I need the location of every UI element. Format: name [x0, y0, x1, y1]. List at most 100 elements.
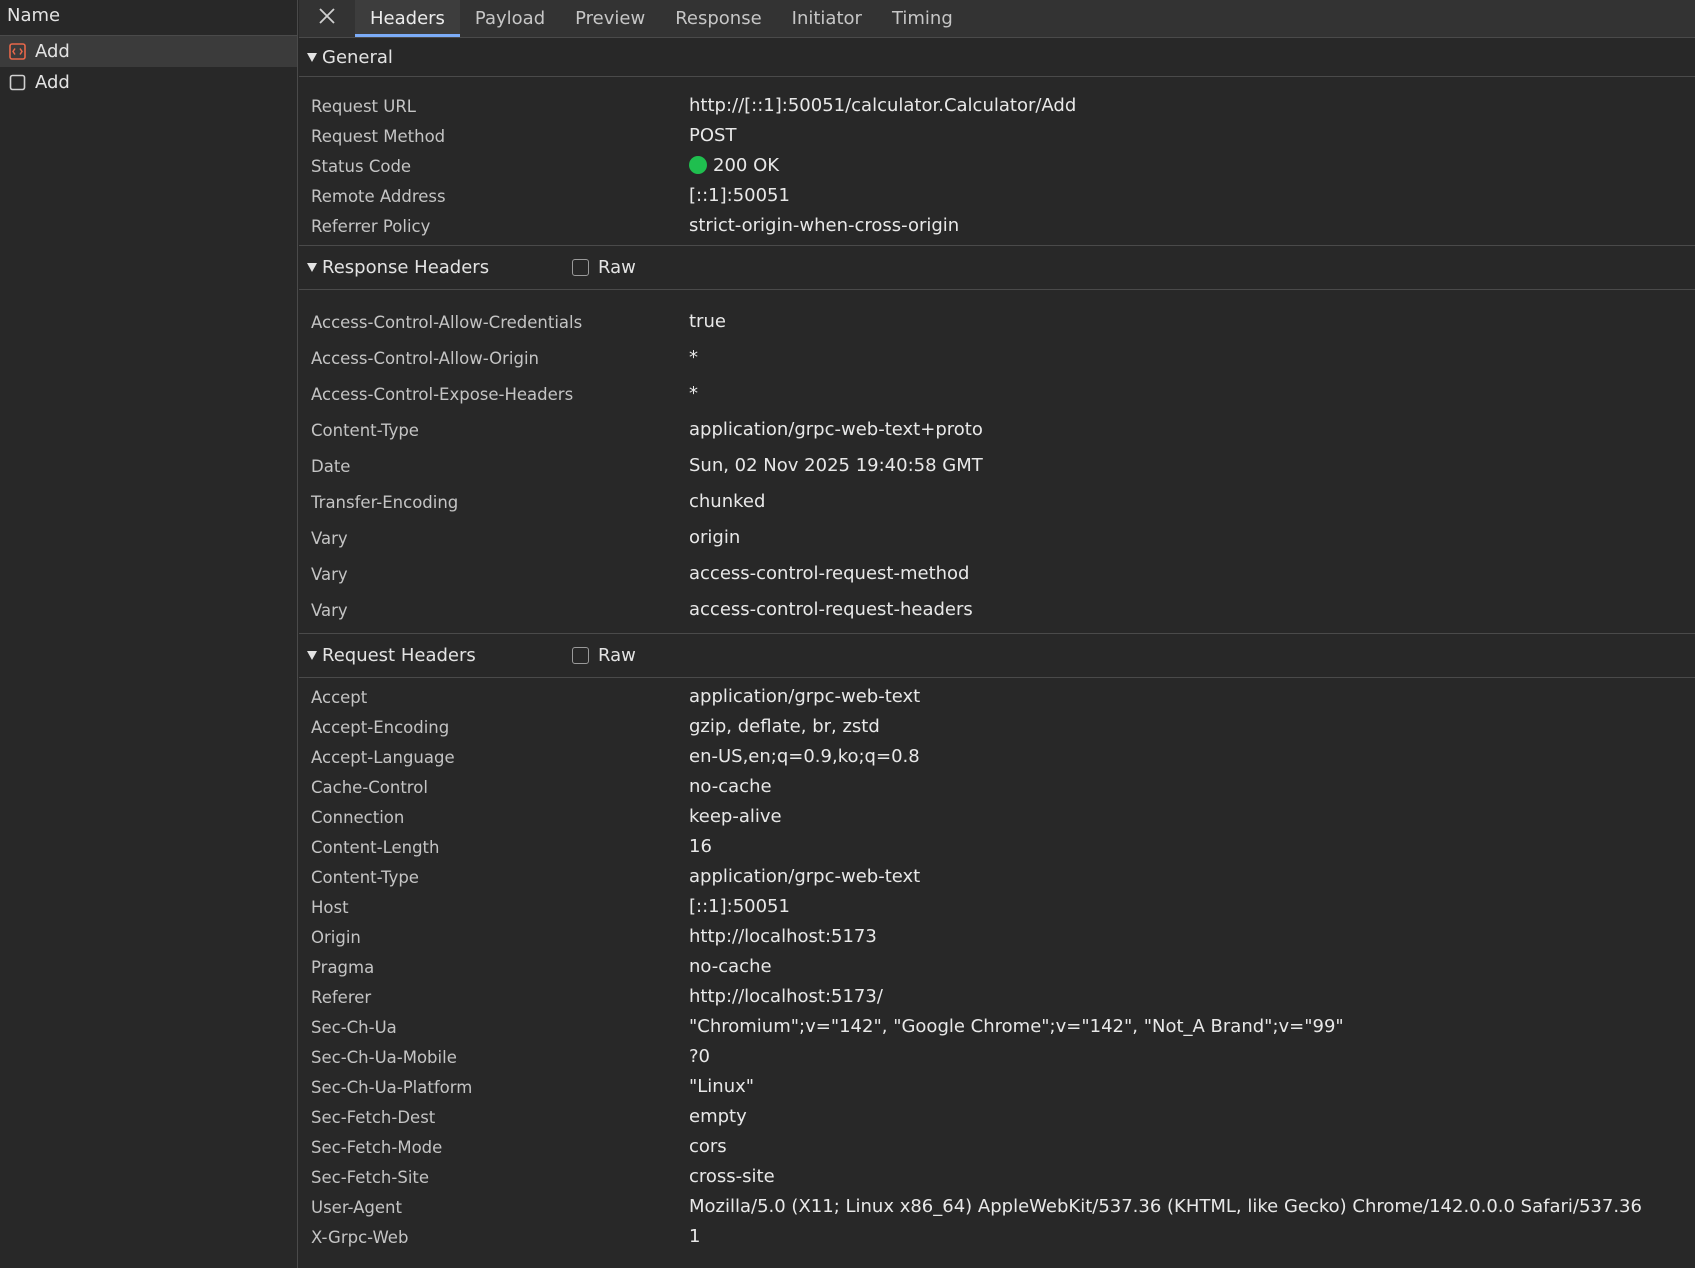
tab-label: Preview	[575, 8, 646, 29]
checkbox-icon	[9, 74, 26, 91]
header-value[interactable]: *	[689, 347, 698, 368]
header-name: Sec-Fetch-Dest	[311, 1108, 436, 1127]
header-value[interactable]: POST	[689, 125, 736, 146]
request-raw-toggle[interactable]: Raw	[572, 645, 636, 666]
header-name: Vary	[311, 601, 348, 620]
header-name: Content-Type	[311, 868, 419, 887]
header-value[interactable]: gzip, deflate, br, zstd	[689, 716, 880, 737]
response-headers-section-body: Access-Control-Allow-Credentials true Acce…	[299, 290, 1695, 634]
header-name: Referrer Policy	[311, 217, 431, 236]
header-value[interactable]: chunked	[689, 491, 765, 512]
expand-triangle-icon	[307, 263, 317, 272]
tab-label: Timing	[891, 8, 953, 29]
tab-response[interactable]: Response	[660, 0, 776, 37]
header-value[interactable]: application/grpc-web-text	[689, 866, 920, 887]
response-raw-toggle[interactable]: Raw	[572, 257, 636, 278]
header-value[interactable]: 16	[689, 836, 712, 857]
header-name: Sec-Ch-Ua-Platform	[311, 1078, 473, 1097]
header-value[interactable]: "Linux"	[689, 1076, 754, 1097]
header-value[interactable]: http://localhost:5173/	[689, 986, 883, 1007]
header-value[interactable]: access-control-request-headers	[689, 599, 973, 620]
header-value[interactable]: 200 OK	[689, 155, 779, 176]
header-name: Sec-Fetch-Site	[311, 1168, 430, 1187]
tab-payload[interactable]: Payload	[460, 0, 560, 37]
tab-label: Headers	[370, 8, 445, 29]
general-section-body: Request URL http://[::1]:50051/calculator…	[299, 77, 1695, 246]
tab-headers[interactable]: Headers	[355, 0, 460, 37]
header-value[interactable]: strict-origin-when-cross-origin	[689, 215, 959, 236]
raw-checkbox[interactable]	[572, 259, 589, 276]
header-value[interactable]: access-control-request-method	[689, 563, 969, 584]
request-name: Add	[35, 41, 70, 62]
header-name: Transfer-Encoding	[311, 493, 459, 512]
header-value[interactable]: application/grpc-web-text	[689, 686, 920, 707]
header-name: Sec-Ch-Ua-Mobile	[311, 1048, 457, 1067]
header-value[interactable]: 1	[689, 1226, 700, 1247]
header-value[interactable]: [::1]:50051	[689, 185, 790, 206]
tab-timing[interactable]: Timing	[877, 0, 968, 37]
header-value[interactable]: no-cache	[689, 776, 772, 797]
header-value[interactable]: "Chromium";v="142", "Google Chrome";v="1…	[689, 1016, 1344, 1037]
header-name: Date	[311, 457, 351, 476]
header-name: Status Code	[311, 157, 412, 176]
header-name: Content-Length	[311, 838, 440, 857]
header-name: Origin	[311, 928, 361, 947]
header-name: Sec-Fetch-Mode	[311, 1138, 443, 1157]
header-name: Access-Control-Allow-Credentials	[311, 313, 583, 332]
section-title: Request Headers	[322, 645, 476, 666]
header-value[interactable]: [::1]:50051	[689, 896, 790, 917]
header-name: Remote Address	[311, 187, 446, 206]
request-headers-section-body: Accept application/grpc-web-text Accept-En…	[299, 678, 1695, 1268]
request-list-panel: Name Add Add	[0, 0, 298, 1268]
header-value[interactable]: application/grpc-web-text+proto	[689, 419, 983, 440]
header-value[interactable]: empty	[689, 1106, 747, 1127]
status-ok-icon	[689, 156, 707, 174]
request-row[interactable]: Add	[0, 67, 297, 98]
tab-initiator[interactable]: Initiator	[777, 0, 877, 37]
header-name: Accept-Language	[311, 748, 455, 767]
raw-label: Raw	[598, 257, 636, 278]
response-headers-section-header[interactable]: Response Headers Raw	[299, 246, 1695, 290]
close-button[interactable]	[299, 0, 355, 37]
name-column-header[interactable]: Name	[0, 0, 297, 36]
grpc-request-icon	[9, 43, 26, 60]
header-value[interactable]: cors	[689, 1136, 727, 1157]
header-name: Content-Type	[311, 421, 419, 440]
header-name: Accept	[311, 688, 368, 707]
header-name: Accept-Encoding	[311, 718, 450, 737]
header-name: User-Agent	[311, 1198, 402, 1217]
name-column-label: Name	[7, 5, 61, 26]
tab-preview[interactable]: Preview	[560, 0, 660, 37]
header-name: Request Method	[311, 127, 446, 146]
request-details-panel: Headers Payload Preview Response Initiat…	[299, 0, 1695, 1268]
section-title: Response Headers	[322, 257, 490, 278]
header-name: X-Grpc-Web	[311, 1228, 409, 1247]
header-name: Cache-Control	[311, 778, 428, 797]
request-row[interactable]: Add	[0, 36, 297, 67]
header-name: Access-Control-Expose-Headers	[311, 385, 574, 404]
header-value[interactable]: http://localhost:5173	[689, 926, 877, 947]
header-value[interactable]: no-cache	[689, 956, 772, 977]
details-tabbar: Headers Payload Preview Response Initiat…	[299, 0, 1695, 38]
tab-label: Payload	[474, 8, 546, 29]
header-value[interactable]: en-US,en;q=0.9,ko;q=0.8	[689, 746, 920, 767]
header-name: Referer	[311, 988, 372, 1007]
header-value[interactable]: origin	[689, 527, 740, 548]
raw-checkbox[interactable]	[572, 647, 589, 664]
header-value[interactable]: cross-site	[689, 1166, 775, 1187]
request-headers-section-header[interactable]: Request Headers Raw	[299, 634, 1695, 678]
header-name: Sec-Ch-Ua	[311, 1018, 397, 1037]
header-value[interactable]: true	[689, 311, 726, 332]
request-name: Add	[35, 72, 70, 93]
header-value[interactable]: keep-alive	[689, 806, 782, 827]
header-name: Connection	[311, 808, 405, 827]
expand-triangle-icon	[307, 52, 317, 62]
header-value[interactable]: Mozilla/5.0 (X11; Linux x86_64) AppleWeb…	[689, 1196, 1642, 1217]
header-value[interactable]: *	[689, 383, 698, 404]
header-value[interactable]: http://[::1]:50051/calculator.Calculator…	[689, 95, 1076, 116]
header-value[interactable]: ?0	[689, 1046, 710, 1067]
header-name: Request URL	[311, 97, 417, 116]
header-value[interactable]: Sun, 02 Nov 2025 19:40:58 GMT	[689, 455, 983, 476]
close-icon	[318, 7, 336, 30]
general-section-header[interactable]: General	[299, 38, 1695, 77]
